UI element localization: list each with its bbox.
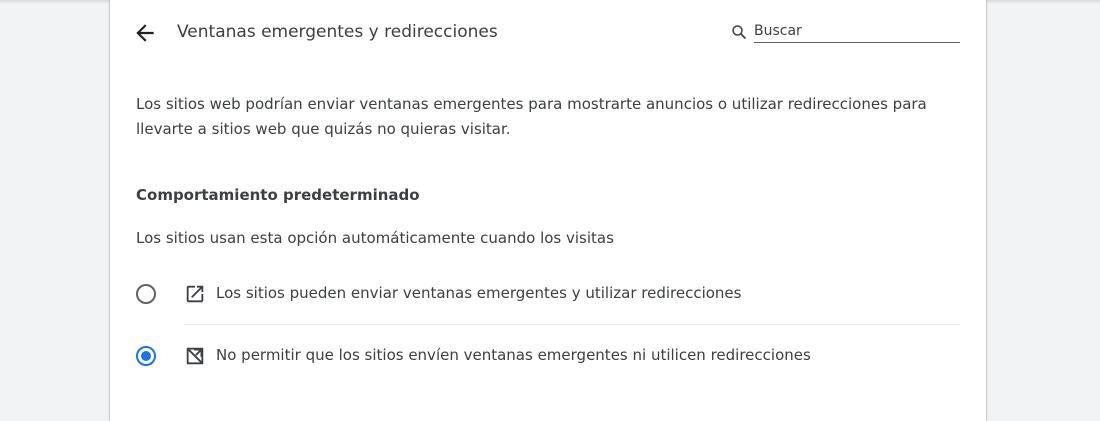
option-label: Los sitios pueden enviar ventanas emerge… bbox=[216, 284, 742, 302]
section-subtitle: Los sitios usan esta opción automáticame… bbox=[136, 229, 614, 247]
radio-button-selected[interactable] bbox=[136, 346, 156, 366]
settings-card: Ventanas emergentes y redirecciones Los … bbox=[110, 0, 986, 421]
page-title: Ventanas emergentes y redirecciones bbox=[177, 22, 498, 42]
option-label: No permitir que los sitios envíen ventan… bbox=[216, 346, 811, 364]
radio-button-unselected[interactable] bbox=[136, 284, 156, 304]
back-button[interactable] bbox=[132, 20, 158, 46]
arrow-back-icon bbox=[136, 24, 154, 42]
section-heading: Comportamiento predeterminado bbox=[136, 186, 420, 204]
search-icon[interactable] bbox=[730, 23, 748, 41]
page-description: Los sitios web podrían enviar ventanas e… bbox=[136, 95, 927, 138]
search-box bbox=[728, 20, 960, 44]
search-input[interactable] bbox=[754, 20, 960, 43]
option-allow-popups[interactable]: Los sitios pueden enviar ventanas emerge… bbox=[134, 274, 960, 314]
popup-blocked-icon bbox=[186, 347, 204, 365]
option-block-popups[interactable]: No permitir que los sitios envíen ventan… bbox=[134, 336, 960, 376]
option-divider bbox=[184, 324, 960, 325]
open-in-new-icon bbox=[186, 285, 204, 303]
